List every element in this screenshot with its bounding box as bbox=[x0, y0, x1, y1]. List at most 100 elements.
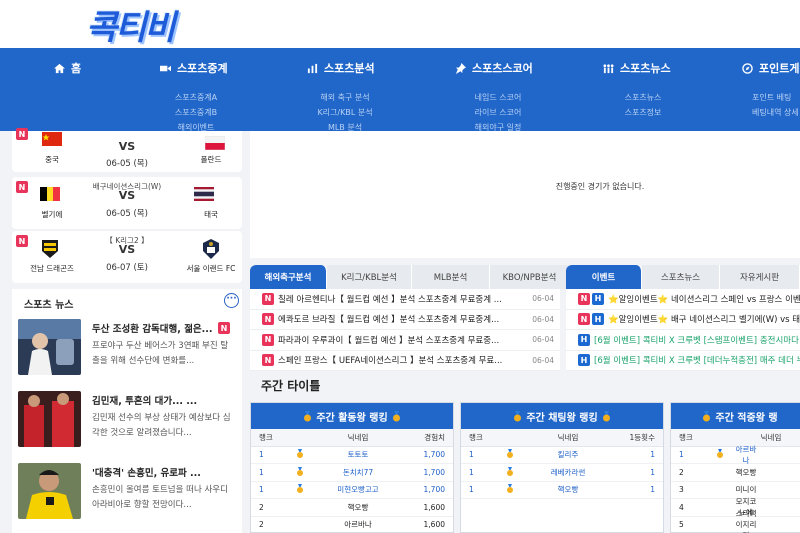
nav-point[interactable]: 포인트게 bbox=[742, 48, 799, 88]
rank-number: 3 bbox=[679, 485, 684, 495]
nav-live[interactable]: 스포츠중계 bbox=[160, 48, 228, 88]
nav-sub-link[interactable]: 스포츠중계B bbox=[158, 105, 234, 120]
ranking-row[interactable]: 1 미현오빵고고 1,700 bbox=[251, 482, 453, 499]
live-game-panel: 진행중인 경기가 없습니다. bbox=[250, 131, 800, 258]
list-item-title: ⭐알잉이벤트⭐ 배구 네이션스리그 벨기에(W) vs 태국 bbox=[608, 315, 800, 326]
rank-number: 1 bbox=[259, 485, 264, 495]
nav-news[interactable]: 스포츠뉴스 bbox=[603, 48, 671, 88]
news-item[interactable]: '대충격' 손흥민, 유로파 ... 손흥민이 올여름 토트넘을 떠나 사우디 … bbox=[18, 463, 240, 525]
nav-sub-link[interactable]: 베팅내역 상세 bbox=[752, 105, 800, 120]
nav-sub-link[interactable]: 해외 축구 분석 bbox=[305, 90, 385, 105]
nav-score[interactable]: 스포츠스코어 bbox=[455, 48, 533, 88]
tab-overseas-football[interactable]: 해외축구분석 bbox=[250, 265, 327, 289]
list-item[interactable]: H [6월 이벤트] 콕티비 X 크루벳 [데더누적충전] 매주 데더 누 bbox=[566, 351, 800, 371]
list-item-title: 파라과이 우루과이【 월드컵 예선 】분석 스포츠중계 무료중... bbox=[278, 335, 500, 346]
news-thumbnail bbox=[18, 463, 81, 519]
rank-value: 1 bbox=[650, 485, 655, 495]
gold-medal-icon bbox=[507, 484, 513, 494]
tab-kleague-kbl[interactable]: K리그/KBL분석 bbox=[327, 265, 412, 289]
rank-value: 1,700 bbox=[423, 467, 445, 477]
rank-value: 1,600 bbox=[423, 502, 445, 512]
poland-flag-icon bbox=[205, 136, 225, 150]
list-item[interactable]: N 스페인 프랑스【 UEFA네이션스리그 】분석 스포츠중계 무료... 06… bbox=[250, 351, 560, 371]
list-item[interactable]: N 칠레 아르헨티나【 월드컵 예선 】분석 스포츠중계 무료중계 ... 06… bbox=[250, 289, 560, 310]
nav-sub-link[interactable]: 포인트 베팅 bbox=[752, 90, 800, 105]
hot-badge: H bbox=[578, 333, 590, 346]
list-item-title: ⭐알잉이벤트⭐ 네이션스리그 스페인 vs 프랑스 이벤 bbox=[608, 294, 800, 305]
list-item[interactable]: N H ⭐알잉이벤트⭐ 배구 네이션스리그 벨기에(W) vs 태국 bbox=[566, 310, 800, 330]
tab-free-board[interactable]: 자유게시판 bbox=[720, 265, 800, 289]
home-icon bbox=[54, 63, 65, 73]
news-item[interactable]: 김민재, 투혼의 대가... ... 김민재 선수의 부상 상태가 예상보다 심… bbox=[18, 391, 240, 453]
ranking-row[interactable]: 1 돈치치77 1,700 bbox=[251, 464, 453, 482]
logo-text: 콕티비 bbox=[86, 7, 176, 48]
list-item-date: 06-04 bbox=[532, 355, 554, 365]
nav-sub-link[interactable]: 네임드 스코어 bbox=[458, 90, 538, 105]
ranking-header: 주간 활동왕 랭킹 bbox=[251, 403, 453, 429]
nav-analysis[interactable]: 스포츠분석 bbox=[307, 48, 375, 88]
list-item[interactable]: H [6월 이벤트] 콕티비 X 크루벳 [스탬프이벤트] 충전시마다 bbox=[566, 330, 800, 351]
match-date: 06-05 (목) bbox=[106, 209, 148, 219]
rank-nickname[interactable]: 아르바나 bbox=[733, 444, 759, 466]
rank-number: 2 bbox=[679, 467, 684, 477]
ranking-row[interactable]: 5 스티팩이지리리 bbox=[671, 509, 800, 533]
list-item[interactable]: N 에콰도르 브라질【 월드컵 예선 】분석 스포츠중계 무료중계... 06-… bbox=[250, 310, 560, 330]
rank-medal bbox=[497, 484, 523, 495]
nav-sub-score: 네임드 스코어 라이브 스코어 해외야구 일정 bbox=[458, 90, 538, 135]
tab-kbo-npb[interactable]: KBO/NPB분석 bbox=[490, 265, 570, 289]
ranking-row[interactable]: 1 아르바나 bbox=[671, 444, 800, 466]
ranking-row[interactable]: 2 아르바나 1,600 bbox=[251, 517, 453, 533]
nav-sub-link[interactable]: 스포츠중계A bbox=[158, 90, 234, 105]
ranking-row[interactable]: 1 핵오빵 1 bbox=[461, 482, 663, 499]
away-team: 서울 이랜드 FC bbox=[186, 264, 236, 273]
rank-nickname[interactable]: 토토토 bbox=[313, 449, 403, 460]
hot-badge: H bbox=[592, 292, 604, 305]
chart-icon bbox=[307, 63, 318, 73]
nav-sub-link[interactable]: 라이브 스코어 bbox=[458, 105, 538, 120]
list-item[interactable]: N H ⭐알잉이벤트⭐ 네이션스리그 스페인 vs 프랑스 이벤 bbox=[566, 289, 800, 310]
thailand-flag-icon bbox=[194, 187, 214, 201]
rank-nickname[interactable]: 핵오빵 bbox=[523, 484, 613, 495]
rank-nickname[interactable]: 아르바나 bbox=[313, 519, 403, 530]
nav-sub-link[interactable]: 스포츠정보 bbox=[608, 105, 678, 120]
tab-sports-news[interactable]: 스포츠뉴스 bbox=[642, 265, 720, 289]
more-button[interactable]: ··· bbox=[224, 293, 239, 308]
news-thumbnail bbox=[18, 319, 81, 375]
nav-home[interactable]: 홈 bbox=[54, 48, 81, 88]
nav-sub-link[interactable]: 스포츠뉴스 bbox=[608, 90, 678, 105]
jeonnam-emblem-icon bbox=[42, 240, 58, 258]
list-item[interactable]: N 파라과이 우루과이【 월드컵 예선 】분석 스포츠중계 무료중... 06-… bbox=[250, 330, 560, 351]
weekly-title-heading: 주간 타이틀 bbox=[261, 379, 321, 393]
site-logo[interactable]: 콕티비 bbox=[86, 4, 176, 48]
rank-value: 1 bbox=[650, 467, 655, 477]
top-header: 콕티비 bbox=[0, 0, 800, 48]
hit-ranking-card: 주간 적중왕 랭 랭크 닉네임 1 아르바나 2 핵오빵 3 미니이 4 모지코느에 5 스티팩이… bbox=[670, 402, 800, 533]
list-item-date: 06-04 bbox=[532, 314, 554, 324]
rank-nickname[interactable]: 레베카라썬 bbox=[523, 467, 613, 478]
new-badge: N bbox=[262, 313, 274, 326]
rank-nickname[interactable]: 핵오빵 bbox=[313, 502, 403, 513]
match-date: 06-07 (토) bbox=[106, 263, 148, 273]
match-card[interactable]: N 배구네이션스리그(W) VS 06-05 (목) 벨기에 태국 bbox=[12, 177, 242, 229]
news-item[interactable]: 두산 조성환 감독대행, 젊은... N 프로야구 두산 베어스가 3연패 부진… bbox=[18, 319, 240, 381]
tab-mlb[interactable]: MLB분석 bbox=[412, 265, 490, 289]
rank-nickname[interactable]: 미니이 bbox=[733, 484, 759, 495]
ranking-row[interactable]: 2 핵오빵 1,600 bbox=[251, 499, 453, 517]
match-card[interactable]: N 【 K리그2 】 VS 06-07 (토) 전남 드래곤즈 서울 이랜드 F… bbox=[12, 231, 242, 283]
nav-sub-link[interactable]: K리그/KBL 분석 bbox=[305, 105, 385, 120]
ranking-row[interactable]: 1 킬리주 1 bbox=[461, 447, 663, 464]
rank-nickname[interactable]: 스티팩이지리리 bbox=[733, 508, 759, 533]
video-icon bbox=[160, 65, 171, 71]
match-card[interactable]: N VS 06-05 (목) 중국 폴란드 bbox=[12, 128, 242, 172]
rank-nickname[interactable]: 핵오빵 bbox=[733, 467, 759, 478]
tab-event[interactable]: 이벤트 bbox=[566, 265, 642, 289]
rank-nickname[interactable]: 돈치치77 bbox=[313, 467, 403, 478]
rank-nickname[interactable]: 킬리주 bbox=[523, 449, 613, 460]
china-flag-icon bbox=[42, 132, 62, 146]
ranking-row[interactable]: 1 레베카라썬 1 bbox=[461, 464, 663, 482]
new-badge: N bbox=[218, 322, 230, 334]
ranking-row[interactable]: 1 토토토 1,700 bbox=[251, 447, 453, 464]
rank-nickname[interactable]: 미현오빵고고 bbox=[313, 484, 403, 495]
ranking-row[interactable]: 2 핵오빵 bbox=[671, 464, 800, 482]
main-nav: 홈 스포츠중계 스포츠분석 스포츠스코어 스포츠뉴스 포인트게 스포츠중계A 스… bbox=[0, 48, 800, 132]
